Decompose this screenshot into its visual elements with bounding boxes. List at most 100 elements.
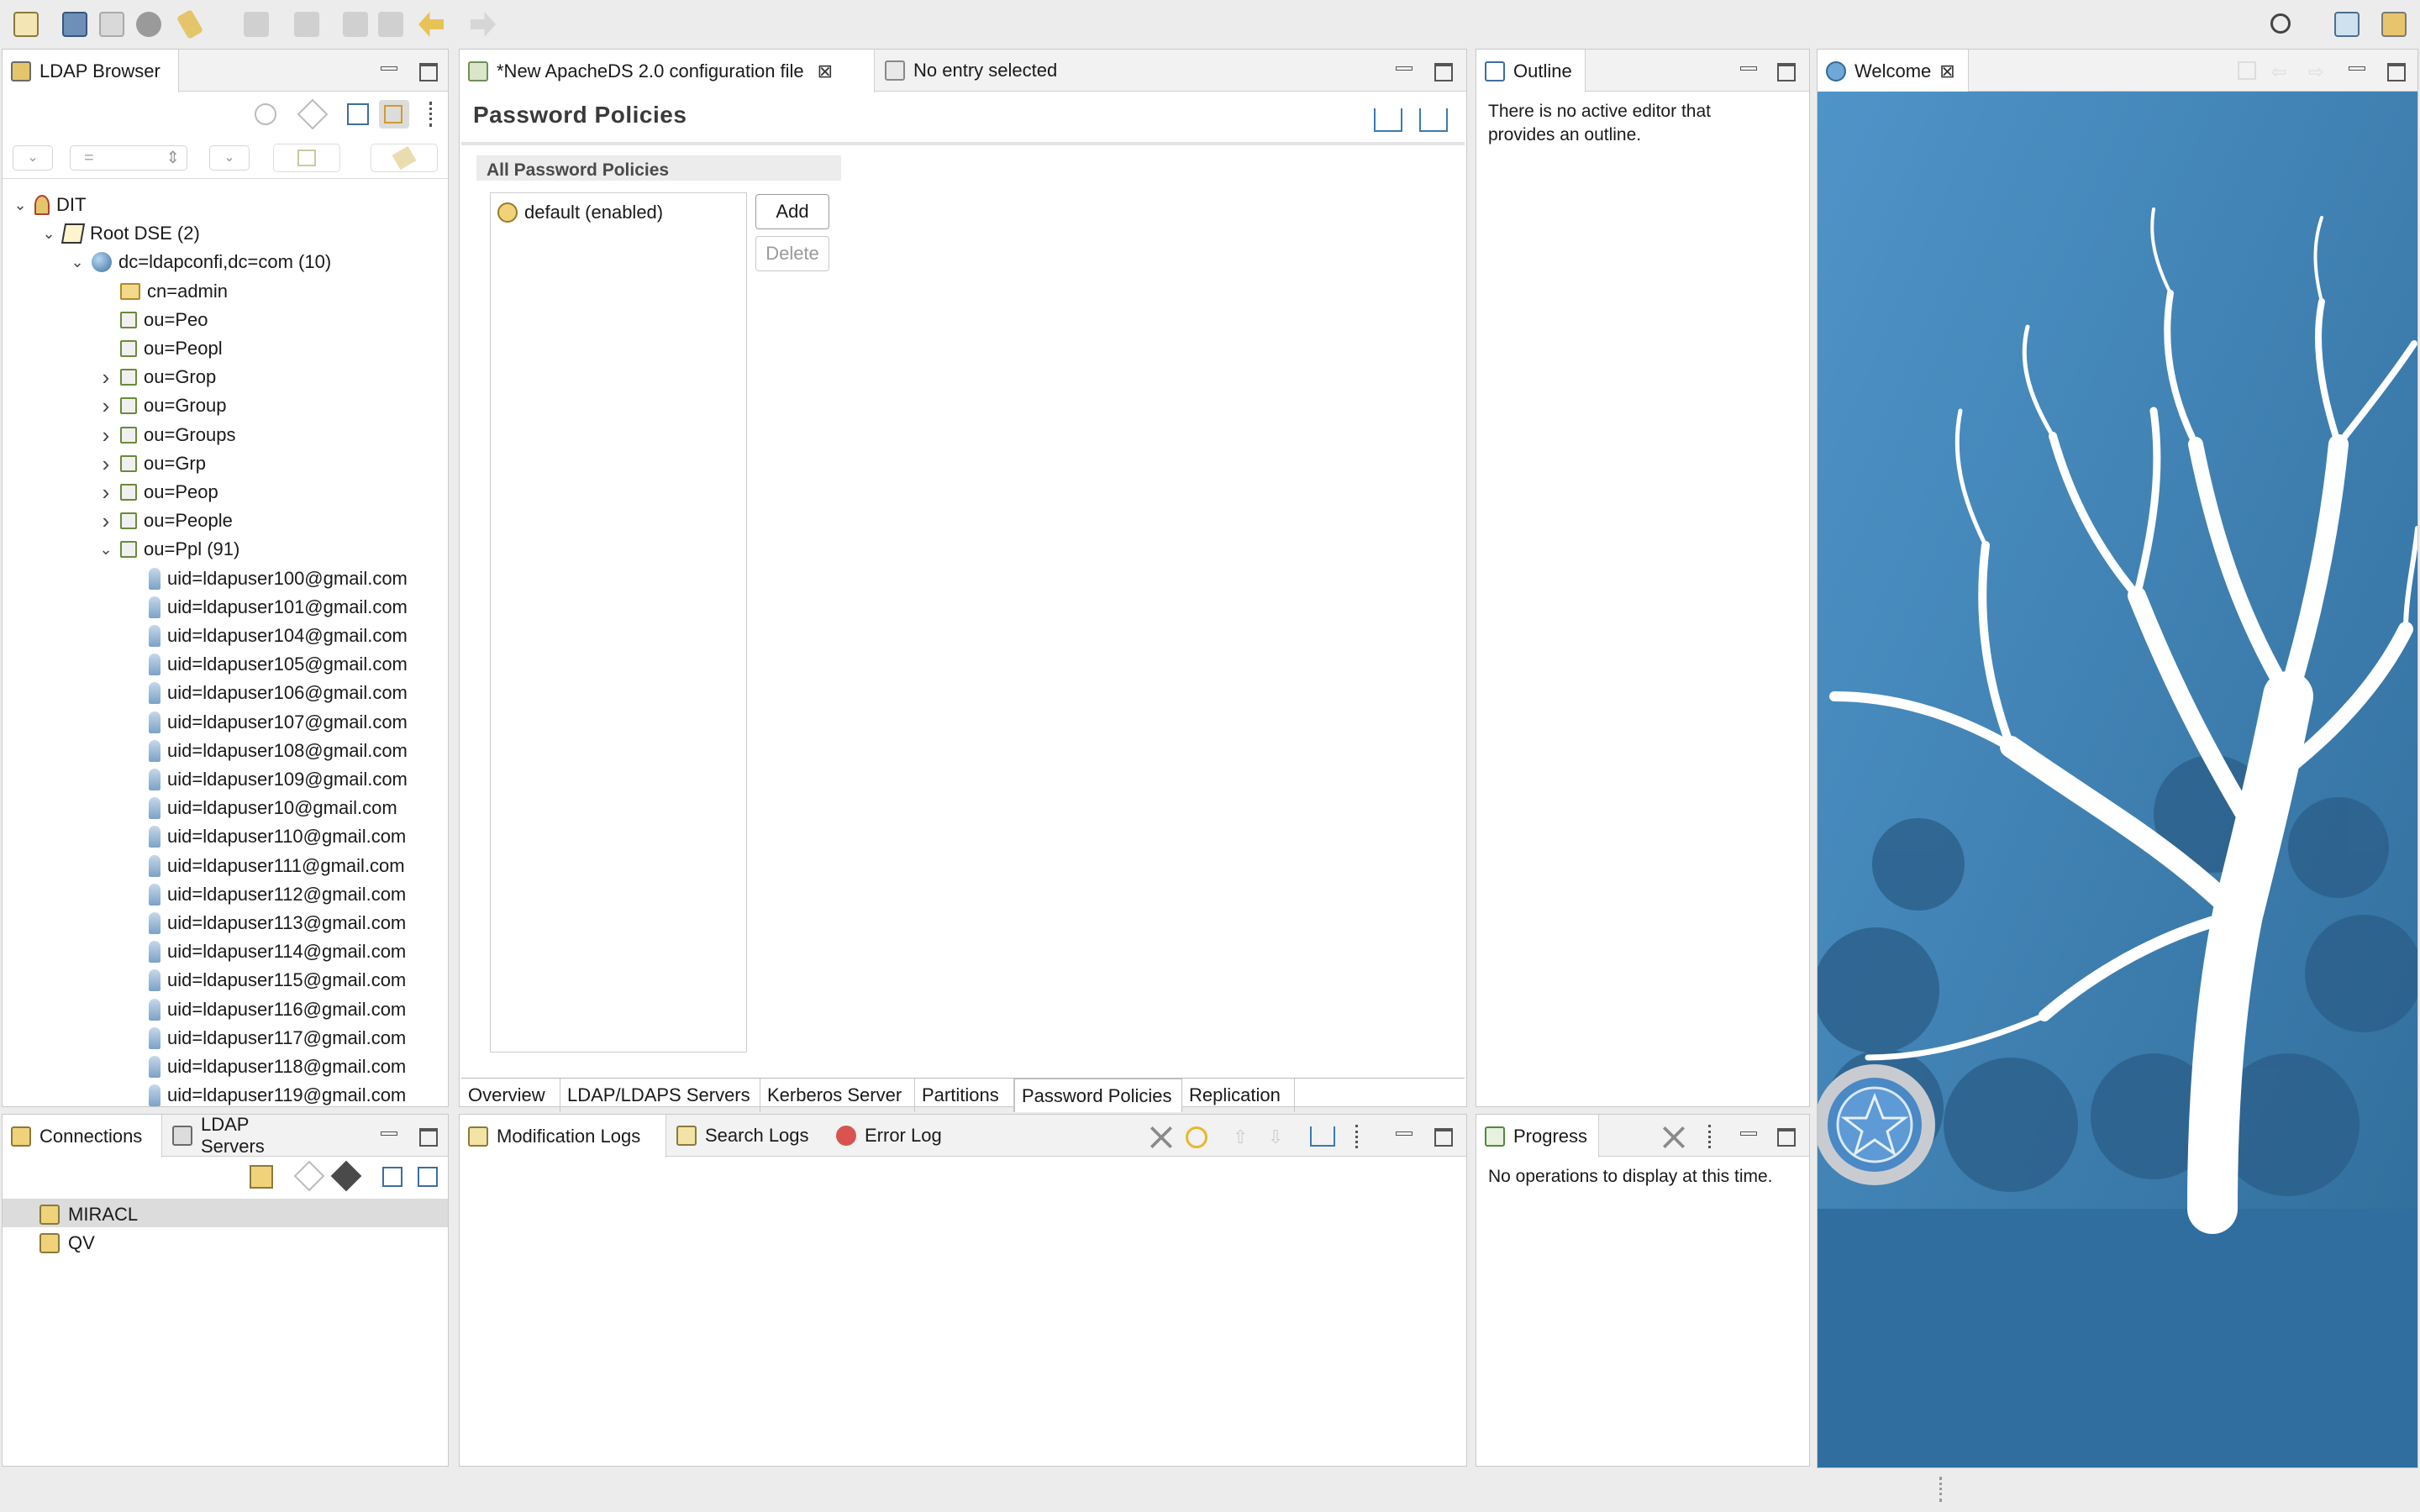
collapse-all-icon[interactable] bbox=[418, 1167, 438, 1187]
ldap-perspective-icon[interactable] bbox=[2381, 12, 2407, 37]
link-icon[interactable] bbox=[297, 98, 329, 130]
tree-node[interactable]: › ou=People bbox=[98, 507, 233, 535]
gear-icon[interactable] bbox=[136, 12, 161, 37]
view-menu-icon[interactable] bbox=[1708, 1125, 1713, 1148]
tab-config-file[interactable]: *New ApacheDS 2.0 configuration file ⊠ bbox=[460, 50, 875, 92]
search-icon[interactable] bbox=[2270, 13, 2291, 34]
tab-ldap-browser[interactable]: LDAP Browser bbox=[3, 50, 179, 92]
maximize-icon[interactable] bbox=[2386, 61, 2406, 81]
chevron-down-icon[interactable]: ⌄ bbox=[13, 197, 28, 213]
maximize-icon[interactable] bbox=[418, 1126, 438, 1147]
undo-edit-icon[interactable] bbox=[343, 12, 368, 37]
tab-kerberos-server[interactable]: Kerberos Server bbox=[760, 1079, 915, 1112]
chevron-down-icon[interactable]: ⌄ bbox=[41, 226, 56, 241]
export-icon[interactable] bbox=[1310, 1126, 1335, 1147]
tree-entry[interactable]: uid=ldapuser117@gmail.com bbox=[127, 1024, 406, 1053]
close-icon[interactable]: ⊠ bbox=[1939, 60, 1954, 82]
back-arrow-icon[interactable] bbox=[418, 12, 444, 37]
save-icon[interactable] bbox=[62, 12, 87, 37]
attribute-dropdown[interactable]: ⌄ bbox=[13, 145, 53, 171]
arrow-up-icon[interactable]: ⇧ bbox=[1233, 1126, 1249, 1147]
tab-partitions[interactable]: Partitions bbox=[915, 1079, 1014, 1112]
tab-search-logs[interactable]: Search Logs bbox=[668, 1115, 828, 1157]
tab-ldap-servers[interactable]: LDAP Servers bbox=[164, 1114, 324, 1157]
collapse-all-icon[interactable] bbox=[347, 103, 369, 125]
tree-entry[interactable]: uid=ldapuser104@gmail.com bbox=[127, 622, 408, 650]
close-icon[interactable]: ⊠ bbox=[818, 60, 833, 82]
minimize-icon[interactable] bbox=[2347, 61, 2365, 78]
view-menu-icon[interactable] bbox=[1355, 1125, 1360, 1148]
remove-all-icon[interactable] bbox=[1663, 1126, 1685, 1148]
new-connection-icon[interactable] bbox=[250, 1165, 273, 1189]
tree-entry[interactable]: uid=ldapuser111@gmail.com bbox=[127, 852, 405, 880]
minimize-icon[interactable] bbox=[1739, 61, 1757, 78]
tab-replication[interactable]: Replication bbox=[1182, 1079, 1295, 1112]
tree-node[interactable]: › ou=Peop bbox=[98, 478, 218, 507]
tree-node[interactable]: ⌄ ou=Ppl (91) bbox=[98, 535, 239, 564]
tree-entry[interactable]: uid=ldapuser114@gmail.com bbox=[127, 937, 406, 966]
tab-outline[interactable]: Outline bbox=[1476, 50, 1586, 92]
tree-entry[interactable]: uid=ldapuser116@gmail.com bbox=[127, 995, 406, 1024]
open-connection-icon[interactable] bbox=[293, 1160, 325, 1192]
redo-edit-icon[interactable] bbox=[378, 12, 403, 37]
minimize-icon[interactable] bbox=[379, 61, 397, 78]
refresh-icon[interactable] bbox=[1186, 1126, 1207, 1148]
tree-node[interactable]: › ou=Group bbox=[98, 391, 227, 420]
chevron-right-icon[interactable]: › bbox=[98, 510, 113, 532]
minimize-icon[interactable] bbox=[379, 1126, 397, 1143]
tab-modification-logs[interactable]: Modification Logs bbox=[460, 1115, 666, 1158]
chevron-right-icon[interactable]: › bbox=[98, 424, 113, 446]
minimize-icon[interactable] bbox=[1739, 1126, 1757, 1143]
tab-connections[interactable]: Connections bbox=[3, 1115, 162, 1158]
tree-node[interactable]: ou=Peo bbox=[98, 306, 208, 334]
tree-entry[interactable]: uid=ldapuser105@gmail.com bbox=[127, 650, 408, 679]
tab-ldap-ldaps-servers[interactable]: LDAP/LDAPS Servers bbox=[560, 1079, 760, 1112]
prev-annotation-icon[interactable] bbox=[294, 12, 319, 37]
maximize-icon[interactable] bbox=[1433, 1126, 1453, 1147]
arrow-down-icon[interactable]: ⇩ bbox=[1268, 1126, 1285, 1147]
tab-progress[interactable]: Progress bbox=[1476, 1115, 1599, 1158]
view-menu-icon[interactable] bbox=[429, 102, 434, 127]
chevron-down-icon[interactable]: ⌄ bbox=[70, 255, 85, 270]
list-item[interactable]: default (enabled) bbox=[497, 200, 663, 225]
maximize-icon[interactable] bbox=[418, 61, 438, 81]
chevron-right-icon[interactable]: › bbox=[98, 395, 113, 417]
minimize-icon[interactable] bbox=[1394, 61, 1413, 78]
clear-icon[interactable] bbox=[1150, 1126, 1172, 1148]
maximize-icon[interactable] bbox=[1433, 61, 1453, 81]
close-connection-icon[interactable] bbox=[330, 1160, 362, 1192]
tree-entry[interactable]: uid=ldapuser119@gmail.com bbox=[127, 1081, 406, 1106]
chevron-right-icon[interactable]: › bbox=[98, 366, 113, 388]
tree-entry[interactable]: uid=ldapuser113@gmail.com bbox=[127, 909, 406, 937]
chevron-down-icon[interactable]: ⌄ bbox=[98, 542, 113, 557]
forward-icon[interactable]: ⇨ bbox=[2308, 61, 2330, 82]
tab-error-log[interactable]: Error Log bbox=[828, 1115, 962, 1157]
delete-button[interactable]: Delete bbox=[755, 236, 829, 271]
open-perspective-icon[interactable] bbox=[2334, 12, 2360, 37]
tree-node[interactable]: › ou=Grop bbox=[98, 363, 217, 391]
value-dropdown[interactable]: ⌄ bbox=[209, 145, 250, 171]
back-icon[interactable]: ⇦ bbox=[2271, 61, 2293, 82]
tree-entry[interactable]: uid=ldapuser106@gmail.com bbox=[127, 679, 408, 707]
tree-node[interactable]: ⌄ dc=ldapconfi,dc=com (10) bbox=[70, 248, 331, 276]
tree-node[interactable]: ⌄ Root DSE (2) bbox=[41, 219, 200, 248]
tree-entry[interactable]: uid=ldapuser107@gmail.com bbox=[127, 708, 408, 737]
print-icon[interactable] bbox=[99, 12, 124, 37]
tree-node[interactable]: › ou=Grp bbox=[98, 449, 206, 478]
refresh-icon[interactable] bbox=[255, 103, 276, 125]
minimize-icon[interactable] bbox=[1394, 1126, 1413, 1143]
expand-all-icon[interactable] bbox=[382, 1167, 402, 1187]
policies-list[interactable]: default (enabled) bbox=[490, 192, 747, 1053]
connection-item-qv[interactable]: QV bbox=[39, 1231, 95, 1256]
link-with-editor-button[interactable] bbox=[379, 100, 409, 129]
tree-entry[interactable]: uid=ldapuser115@gmail.com bbox=[127, 966, 406, 995]
new-wizard-icon[interactable] bbox=[13, 12, 39, 37]
quick-search-button[interactable] bbox=[273, 144, 340, 172]
maximize-icon[interactable] bbox=[1776, 1126, 1796, 1147]
tree-node[interactable]: › ou=Groups bbox=[98, 421, 236, 449]
next-annotation-icon[interactable] bbox=[244, 12, 269, 37]
home-icon[interactable] bbox=[2238, 61, 2256, 80]
tab-welcome[interactable]: Welcome ⊠ bbox=[1818, 50, 1969, 92]
tree-entry[interactable]: uid=ldapuser100@gmail.com bbox=[127, 564, 408, 593]
tab-password-policies[interactable]: Password Policies bbox=[1014, 1079, 1182, 1112]
